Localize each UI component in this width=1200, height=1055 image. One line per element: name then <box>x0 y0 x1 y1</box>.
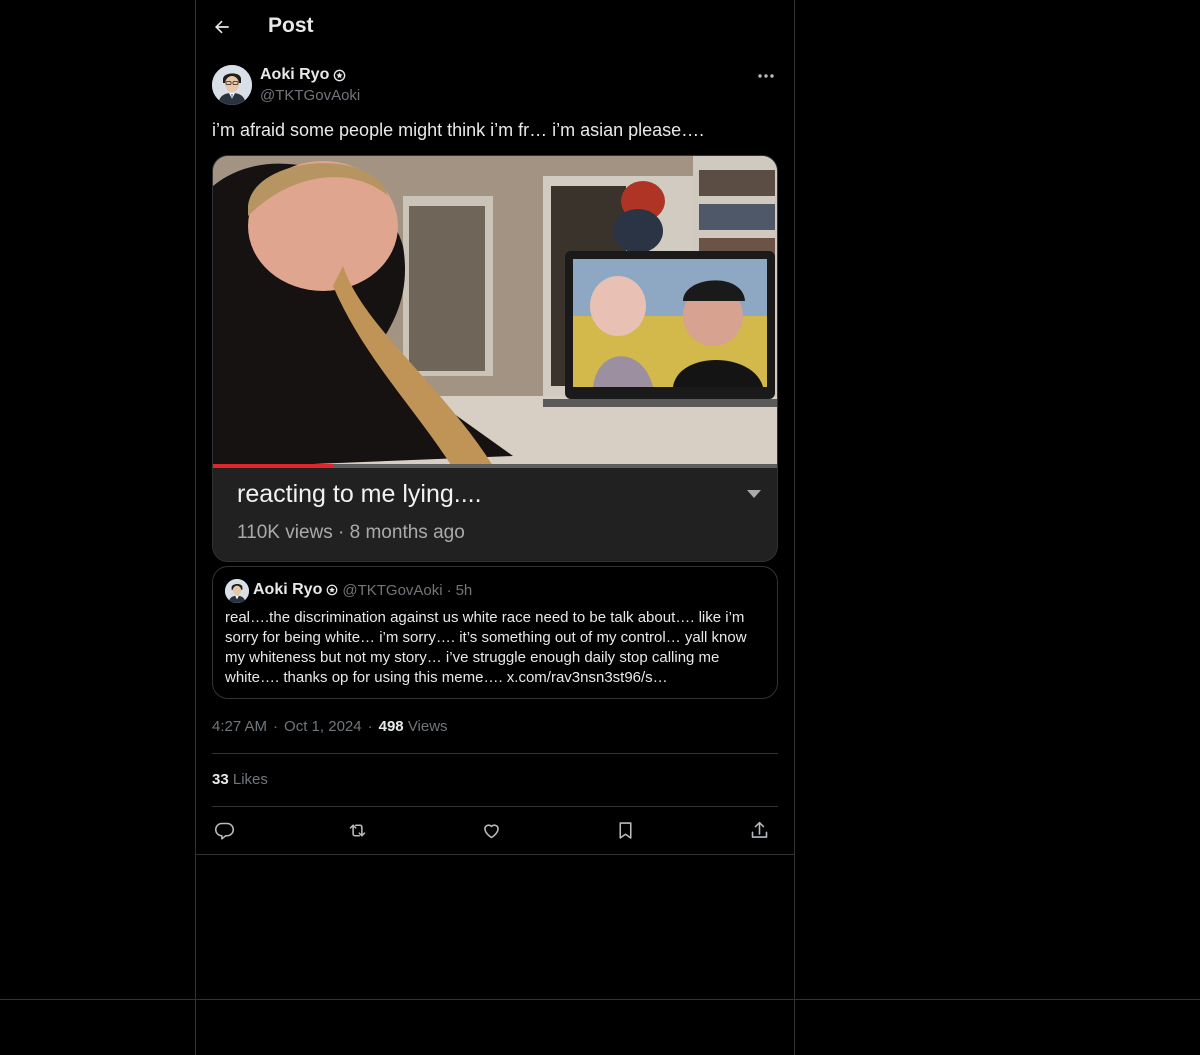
views-stat: 498 Views <box>379 718 448 735</box>
bookmark-button[interactable] <box>613 818 637 842</box>
share-button[interactable] <box>747 818 771 842</box>
post-action-bar <box>212 818 778 842</box>
quoted-separator: · <box>446 581 452 599</box>
quoted-post-header: Aoki Ryo @TKTGovAoki · 5h <box>253 581 472 599</box>
page-title: Post <box>268 14 314 37</box>
bottom-page-divider <box>0 999 1200 1000</box>
meta-separator: · <box>367 718 373 735</box>
avatar-image <box>212 65 252 105</box>
post-author: Aoki Ryo @TKTGovAoki <box>212 64 778 106</box>
divider <box>196 854 794 855</box>
reply-button[interactable] <box>212 818 236 842</box>
post-media[interactable]: reacting to me lying.... 110K views · 8 … <box>212 155 778 562</box>
repost-icon <box>349 823 365 837</box>
verified-badge-icon <box>326 584 338 596</box>
author-name[interactable]: Aoki Ryo <box>260 66 346 84</box>
share-icon <box>751 821 767 838</box>
views-count: 498 <box>378 718 404 735</box>
video-info-bar: reacting to me lying.... 110K views · 8 … <box>213 468 777 561</box>
avatar-image <box>225 579 249 603</box>
author-avatar[interactable] <box>212 65 252 105</box>
post-time[interactable]: 4:27 AM <box>212 718 267 735</box>
like-icon <box>483 823 499 838</box>
post-header: Post <box>196 0 794 54</box>
post-metadata: 4:27 AM · Oct 1, 2024 · 498 Views <box>212 718 448 735</box>
likes-label: Likes <box>232 771 268 788</box>
quoted-post[interactable]: Aoki Ryo @TKTGovAoki · 5h real….the disc… <box>212 566 778 699</box>
views-label: Views <box>407 718 448 735</box>
meta-separator: · <box>273 718 279 735</box>
quoted-author-name: Aoki Ryo <box>253 581 323 598</box>
more-options-button[interactable] <box>754 66 778 86</box>
reply-icon <box>214 822 234 840</box>
video-title: reacting to me lying.... <box>237 480 482 508</box>
quoted-post-time: 5h <box>455 581 473 599</box>
verified-badge-icon <box>334 69 346 81</box>
likes-count: 33 <box>212 771 229 788</box>
quoted-post-text: real….the discrimination against us whit… <box>225 609 747 686</box>
repost-button[interactable] <box>345 818 369 842</box>
bookmark-icon <box>618 821 632 839</box>
more-horizontal-icon <box>758 74 774 78</box>
video-meta: 110K views · 8 months ago <box>237 522 465 543</box>
likes-stat[interactable]: 33 Likes <box>212 771 268 788</box>
caret-down-icon <box>747 490 761 498</box>
arrow-left-icon <box>215 20 229 34</box>
quoted-author-avatar[interactable] <box>225 579 249 603</box>
like-button[interactable] <box>479 818 503 842</box>
post-date[interactable]: Oct 1, 2024 <box>284 718 362 735</box>
divider <box>212 753 778 754</box>
right-column-border <box>794 0 795 1055</box>
post-text: i’m afraid some people might think i’m f… <box>212 120 705 140</box>
divider <box>212 806 778 807</box>
back-button[interactable] <box>210 15 234 39</box>
quoted-author-handle: @TKTGovAoki <box>342 581 443 599</box>
author-handle[interactable]: @TKTGovAoki <box>260 87 360 104</box>
left-column-border <box>195 0 196 1055</box>
video-thumbnail-image <box>213 156 777 468</box>
